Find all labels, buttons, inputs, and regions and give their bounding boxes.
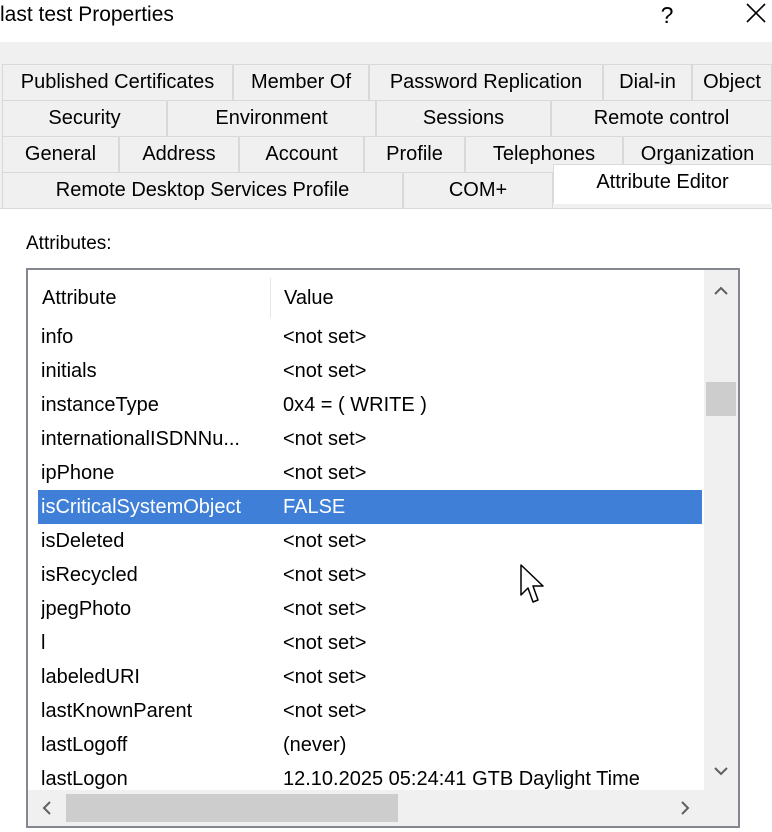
table-row[interactable]: info <not set> — [38, 320, 702, 354]
attribute-name: l — [41, 632, 46, 654]
table-row-selected[interactable]: isCriticalSystemObject FALSE — [38, 490, 702, 524]
table-row[interactable]: initials <not set> — [38, 354, 702, 388]
tab-dial-in[interactable]: Dial-in — [603, 64, 692, 101]
tab-remote-control[interactable]: Remote control — [551, 100, 772, 137]
tab-remote-desktop-services-profile[interactable]: Remote Desktop Services Profile — [2, 172, 403, 209]
table-row[interactable]: instanceType 0x4 = ( WRITE ) — [38, 388, 702, 422]
attribute-name: lastLogoff — [41, 734, 128, 756]
horizontal-scroll-thumb[interactable] — [66, 794, 398, 822]
attribute-name: isRecycled — [41, 564, 138, 586]
title-bar: last test Properties ? — [0, 0, 772, 42]
tab-environment[interactable]: Environment — [167, 100, 376, 137]
table-row[interactable]: lastKnownParent <not set> — [38, 694, 702, 728]
attribute-rows: info <not set> initials <not set> instance… — [38, 320, 702, 790]
tab-password-replication[interactable]: Password Replication — [369, 64, 603, 101]
attributes-list[interactable]: Attribute Value info <not set> initials <n… — [26, 268, 740, 828]
tab-general[interactable]: General — [2, 136, 119, 173]
tab-security[interactable]: Security — [2, 100, 167, 137]
tab-member-of[interactable]: Member Of — [233, 64, 369, 101]
attribute-value: <not set> — [283, 564, 367, 586]
chevron-right-icon — [681, 801, 690, 815]
attribute-name: lastKnownParent — [41, 700, 193, 722]
table-row[interactable]: l <not set> — [38, 626, 702, 660]
attribute-value: <not set> — [283, 598, 367, 620]
attribute-name: initials — [41, 360, 97, 382]
chevron-down-icon — [714, 767, 728, 776]
table-row[interactable]: labeledURI <not set> — [38, 660, 702, 694]
attribute-name: ipPhone — [41, 462, 115, 484]
table-row[interactable]: lastLogon 12.10.2025 05:24:41 GTB Dayligh… — [38, 762, 702, 790]
tab-published-certificates[interactable]: Published Certificates — [2, 64, 233, 101]
vertical-scroll-thumb[interactable] — [706, 382, 736, 416]
attribute-name: isDeleted — [41, 530, 125, 552]
attribute-name: jpegPhoto — [41, 598, 132, 620]
attribute-value: <not set> — [283, 632, 367, 654]
table-row[interactable]: internationalISDNNu... <not set> — [38, 422, 702, 456]
column-header-value[interactable]: Value — [284, 280, 334, 316]
scroll-left-button[interactable] — [32, 791, 62, 825]
chevron-up-icon — [714, 286, 728, 295]
attribute-value: <not set> — [283, 666, 367, 688]
attribute-name: info — [41, 326, 74, 348]
scroll-right-button[interactable] — [670, 791, 700, 825]
table-row[interactable]: ipPhone <not set> — [38, 456, 702, 490]
attribute-name: internationalISDNNu... — [41, 428, 240, 450]
tab-profile[interactable]: Profile — [364, 136, 465, 173]
table-row[interactable]: isRecycled <not set> — [38, 558, 702, 592]
attributes-label: Attributes: — [26, 233, 112, 254]
tab-sessions[interactable]: Sessions — [376, 100, 551, 137]
column-divider[interactable] — [270, 278, 271, 318]
window-title: last test Properties — [0, 3, 174, 26]
attribute-name: lastLogon — [41, 768, 128, 790]
tab-account[interactable]: Account — [239, 136, 364, 173]
mouse-pointer-icon — [520, 564, 544, 603]
help-button[interactable]: ? — [652, 0, 682, 30]
table-row[interactable]: jpegPhoto <not set> — [38, 592, 702, 626]
attribute-value: <not set> — [283, 530, 367, 552]
horizontal-scrollbar[interactable] — [28, 790, 704, 826]
attribute-value: <not set> — [283, 428, 367, 450]
attribute-value: 12.10.2025 05:24:41 GTB Daylight Time — [283, 768, 640, 790]
attribute-value: <not set> — [283, 700, 367, 722]
scroll-down-button[interactable] — [706, 754, 736, 788]
scroll-up-button[interactable] — [706, 274, 736, 308]
tab-address[interactable]: Address — [119, 136, 239, 173]
column-header-attribute[interactable]: Attribute — [42, 280, 116, 316]
attribute-value: <not set> — [283, 360, 367, 382]
table-row[interactable]: isDeleted <not set> — [38, 524, 702, 558]
attribute-value: <not set> — [283, 326, 367, 348]
vertical-scrollbar[interactable] — [704, 270, 738, 790]
close-button[interactable] — [740, 0, 772, 30]
tab-com-plus[interactable]: COM+ — [403, 172, 553, 209]
tab-attribute-editor[interactable]: Attribute Editor — [553, 164, 772, 204]
attribute-value: (never) — [283, 734, 347, 756]
scrollbar-corner — [704, 790, 738, 826]
tab-object[interactable]: Object — [692, 64, 772, 101]
attribute-name: labeledURI — [41, 666, 140, 688]
table-row[interactable]: lastLogoff (never) — [38, 728, 702, 762]
attribute-value: FALSE — [283, 496, 346, 518]
attribute-name: instanceType — [41, 394, 159, 416]
attribute-value: <not set> — [283, 462, 367, 484]
attribute-value: 0x4 = ( WRITE ) — [283, 394, 427, 416]
chevron-left-icon — [42, 801, 51, 815]
attribute-name: isCriticalSystemObject — [41, 496, 242, 518]
close-icon — [746, 3, 766, 23]
